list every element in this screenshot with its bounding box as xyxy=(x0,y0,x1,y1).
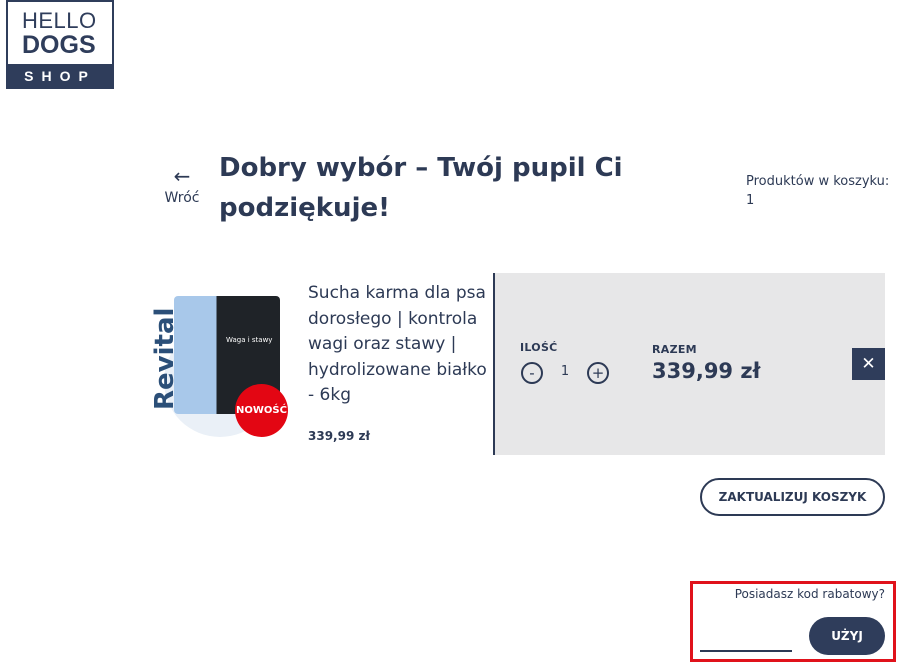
logo-text-hello: HELLO xyxy=(22,8,97,33)
new-badge: NOWOŚĆ xyxy=(235,384,288,437)
shop-logo[interactable]: HELLO DOGS SHOP xyxy=(6,0,114,89)
cart-count: Produktów w koszyku: 1 xyxy=(746,172,889,210)
total-label: RAZEM xyxy=(652,343,697,356)
remove-item-button[interactable]: ✕ xyxy=(852,348,885,380)
cart-count-value: 1 xyxy=(746,193,755,208)
coupon-code-input[interactable] xyxy=(700,620,792,652)
update-cart-button[interactable]: ZAKTUALIZUJ KOSZYK xyxy=(700,478,885,516)
quantity-value[interactable]: 1 xyxy=(555,364,575,379)
arrow-left-icon: ← xyxy=(173,164,191,188)
package-tag-text: Waga i stawy xyxy=(226,336,273,344)
back-label: Wróć xyxy=(164,190,200,206)
close-icon: ✕ xyxy=(861,354,876,374)
product-image[interactable]: Revital Waga i stawy NOWOŚĆ xyxy=(150,285,290,437)
total-value: 339,99 zł xyxy=(652,359,761,383)
product-unit-price: 339,99 zł xyxy=(308,429,370,443)
cart-count-label: Produktów w koszyku: xyxy=(746,174,890,189)
quantity-label: ILOŚĆ xyxy=(520,341,558,354)
logo-text-shop: SHOP xyxy=(6,64,114,89)
quantity-decrease-button[interactable]: - xyxy=(521,362,543,384)
coupon-label: Posiadasz kod rabatowy? xyxy=(734,587,885,601)
logo-text-dogs: DOGS xyxy=(22,31,96,59)
product-name[interactable]: Sucha karma dla psa dorosłego | kontrola… xyxy=(308,281,493,409)
quantity-increase-button[interactable]: + xyxy=(587,362,609,384)
package-brand-text: Revital xyxy=(150,307,180,410)
page-title: Dobry wybór – Twój pupil Ci podziękuje! xyxy=(219,153,623,223)
apply-coupon-button[interactable]: UŻYJ xyxy=(809,617,885,655)
back-link[interactable]: ← Wróć xyxy=(162,166,202,207)
